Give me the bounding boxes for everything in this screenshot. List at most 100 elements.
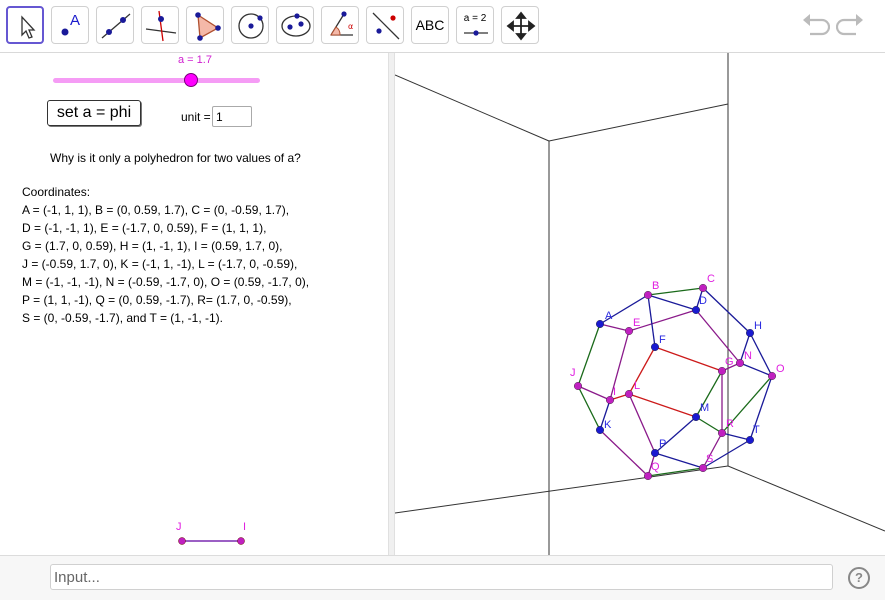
edge-db[interactable] <box>647 294 697 311</box>
undo-button[interactable] <box>800 12 831 38</box>
slider-label: a = 1.7 <box>178 54 212 66</box>
circle-icon <box>238 13 264 39</box>
point-f[interactable] <box>651 343 660 352</box>
point-label-l: L <box>634 380 640 392</box>
slider-icon <box>464 30 488 36</box>
coordinates-title: Coordinates: <box>22 185 91 199</box>
reflect-tool-button[interactable] <box>366 6 404 44</box>
input-field[interactable] <box>54 565 832 589</box>
point-label-j: J <box>570 367 576 379</box>
question-text: Why is it only a polyhedron for two valu… <box>50 151 301 165</box>
polygon-icon <box>195 12 221 41</box>
edge-fg[interactable] <box>654 346 723 372</box>
point-s[interactable] <box>699 464 708 473</box>
coordinates-block: Coordinates: A = (-1, 1, 1), B = (0, 0.5… <box>22 183 309 327</box>
segment-label-j: J <box>176 521 182 533</box>
edge-rt[interactable] <box>721 432 751 441</box>
ellipse-tool-button[interactable] <box>276 6 314 44</box>
move-view-icon <box>506 11 536 41</box>
coordinate-line: G = (1.7, 0, 0.59), H = (1, -1, 1), I = … <box>22 239 283 253</box>
angle-tool-button[interactable]: α <box>321 6 359 44</box>
point-a[interactable] <box>595 320 604 329</box>
edge-ae[interactable] <box>599 323 630 332</box>
coordinate-line: D = (-1, -1, 1), E = (-1.7, 0, 0.59), F … <box>22 221 267 235</box>
point-tool-button[interactable]: A <box>51 6 89 44</box>
point-label-f: F <box>659 334 666 346</box>
segment-point-i[interactable] <box>237 537 245 545</box>
algebra-view: a = 1.7 set a = phi unit = Why is it onl… <box>0 53 388 555</box>
edge-mr[interactable] <box>695 416 723 434</box>
point-j[interactable] <box>573 382 582 391</box>
coordinate-line: J = (-0.59, 1.7, 0), K = (-1, 1, -1), L … <box>22 257 298 271</box>
point-l[interactable] <box>624 390 633 399</box>
text-tool-button[interactable]: ABC <box>411 6 449 44</box>
undo-icon <box>803 14 831 36</box>
input-box[interactable] <box>50 564 833 590</box>
point-d[interactable] <box>692 305 701 314</box>
graphics-canvas[interactable]: A B CD E F G H I J K L M N O PQ R S T <box>395 53 885 555</box>
point-n[interactable] <box>736 359 745 368</box>
edge-lp[interactable] <box>628 393 656 454</box>
point-e[interactable] <box>624 327 633 336</box>
point-label-r: R <box>726 418 734 430</box>
point-label-a: A <box>605 310 613 322</box>
edge-ja[interactable] <box>577 323 601 387</box>
circle-tool-button[interactable] <box>231 6 269 44</box>
set-a-phi-button[interactable]: set a = phi <box>47 100 141 126</box>
unit-input[interactable] <box>212 106 252 127</box>
point-o[interactable] <box>768 372 777 381</box>
point-label-c: C <box>707 273 715 285</box>
input-bar: ? <box>0 555 885 600</box>
point-label-e: E <box>633 317 640 329</box>
polygon-tool-button[interactable] <box>186 6 224 44</box>
coordinate-line: A = (-1, 1, 1), B = (0, 0.59, 1.7), C = … <box>22 203 290 217</box>
cursor-arrow-icon <box>21 15 36 39</box>
slider-track[interactable] <box>53 78 260 83</box>
help-icon[interactable]: ? <box>848 567 870 589</box>
point-g[interactable] <box>718 367 727 376</box>
segment-label-i: I <box>243 521 246 533</box>
toolbar: A α ABC a = 2 <box>0 0 885 53</box>
point-c[interactable] <box>699 283 708 292</box>
reflect-icon <box>372 12 400 40</box>
edge-ps[interactable] <box>654 452 704 469</box>
move-tool-button[interactable] <box>6 6 44 44</box>
point-tool-label: A <box>70 12 81 29</box>
point-label-b: B <box>652 280 659 292</box>
point-t[interactable] <box>746 436 755 445</box>
redo-button[interactable] <box>835 12 866 38</box>
point-label-h: H <box>754 320 762 332</box>
point-r[interactable] <box>718 429 727 438</box>
edge-kj[interactable] <box>577 385 601 431</box>
text-icon: ABC <box>415 17 445 33</box>
line-icon <box>101 13 131 39</box>
coordinate-line: S = (0, -0.59, -1.7), and T = (1, -1, -1… <box>22 311 223 325</box>
edge-qk[interactable] <box>599 429 649 477</box>
edge-lm[interactable] <box>628 393 697 418</box>
point-label-g: G <box>725 356 734 368</box>
edge-no[interactable] <box>739 362 773 377</box>
point-p[interactable] <box>651 449 660 458</box>
segment-ji[interactable]: J I <box>170 518 260 558</box>
move-graphics-tool-button[interactable] <box>501 6 539 44</box>
edge-fl[interactable] <box>628 346 656 395</box>
edge-ho[interactable] <box>749 332 773 377</box>
edge-bf[interactable] <box>647 294 656 348</box>
slider-tool-button[interactable]: a = 2 <box>456 6 494 44</box>
perpendicular-line-tool-button[interactable] <box>141 6 179 44</box>
svg-text:α: α <box>348 22 353 31</box>
line-tool-button[interactable] <box>96 6 134 44</box>
redo-icon <box>835 14 863 36</box>
slider-thumb[interactable] <box>184 73 198 87</box>
edge-ji[interactable] <box>577 385 611 401</box>
graphics-3d-view[interactable]: A B CD E F G H I J K L M N O PQ R S T <box>395 53 885 555</box>
segment-point-j[interactable] <box>178 537 186 545</box>
point-label-q: Q <box>651 461 660 473</box>
point-m[interactable] <box>692 413 701 422</box>
point-k[interactable] <box>595 426 604 435</box>
point-h[interactable] <box>746 329 755 338</box>
point-b[interactable] <box>643 290 652 299</box>
point-q[interactable] <box>643 472 652 481</box>
angle-icon: α <box>330 11 353 36</box>
view-divider[interactable] <box>388 53 395 555</box>
